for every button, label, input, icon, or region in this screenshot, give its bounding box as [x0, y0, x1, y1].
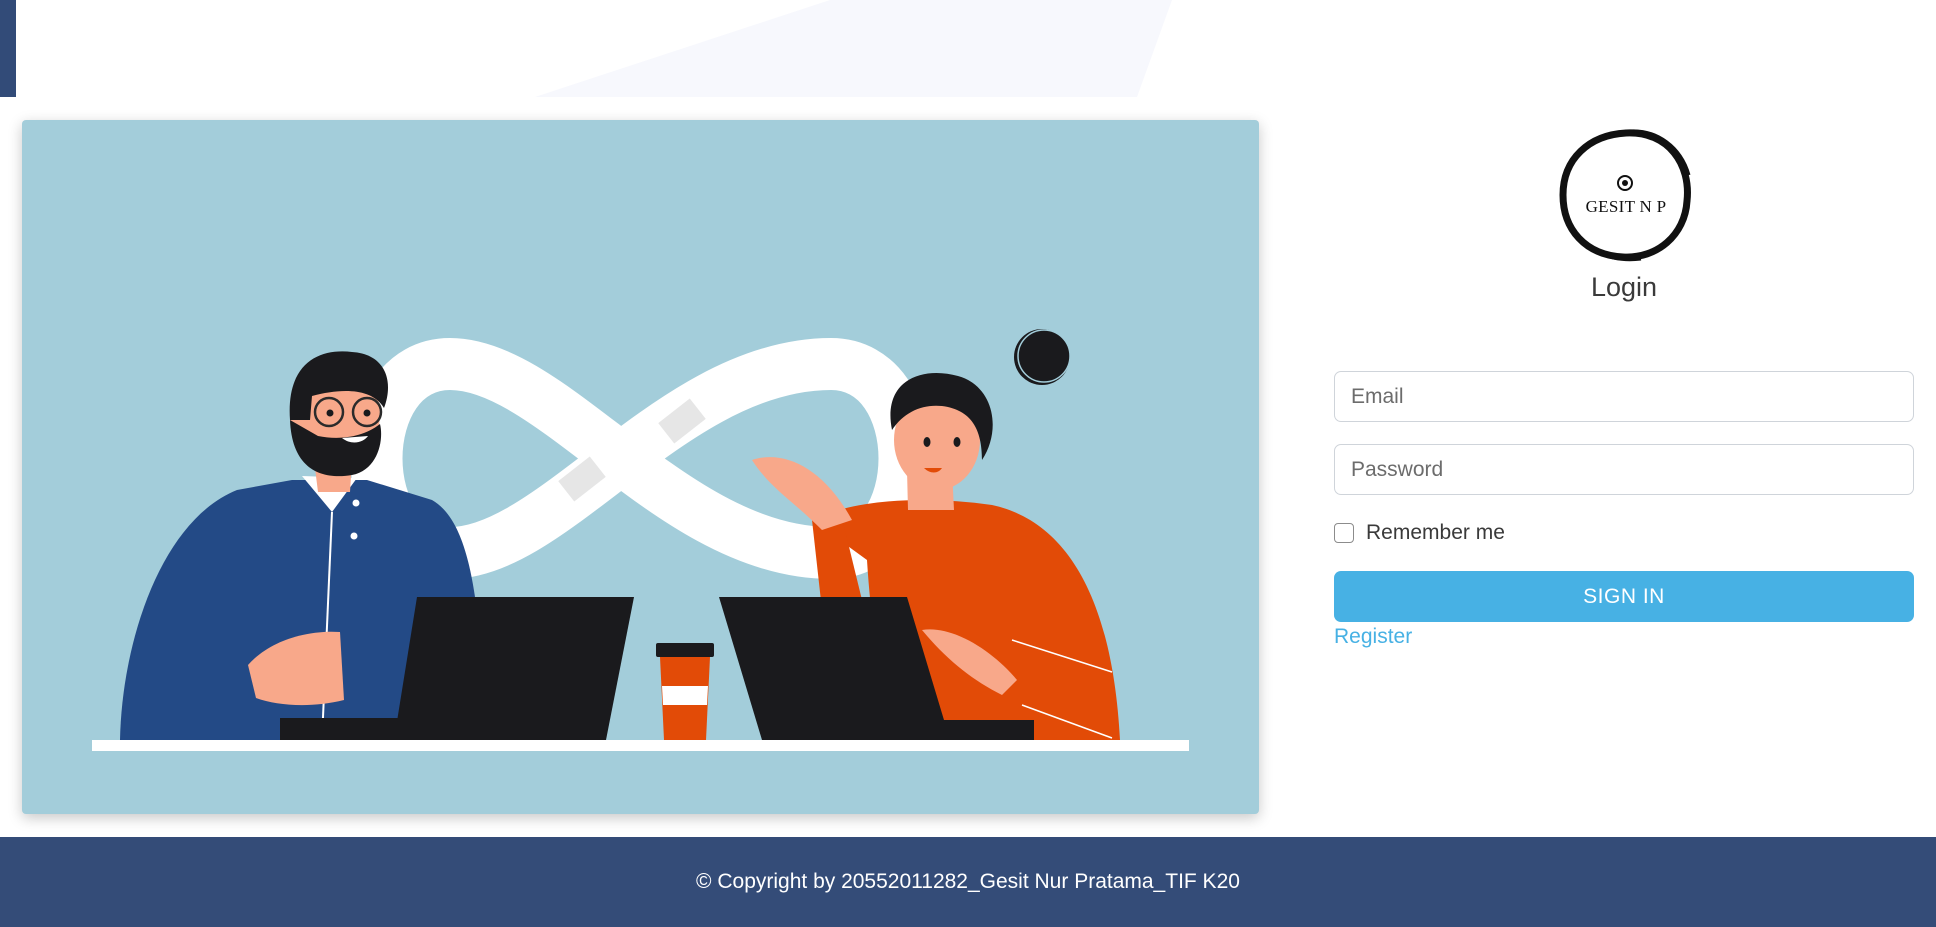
devops-illustration [92, 329, 1189, 751]
sign-in-button[interactable]: SIGN IN [1334, 571, 1914, 622]
remember-row: Remember me [1334, 519, 1505, 547]
gesit-logo: GESIT N P [1557, 125, 1695, 265]
register-link[interactable]: Register [1334, 625, 1412, 649]
password-field[interactable] [1334, 444, 1914, 495]
hero-illustration [22, 120, 1259, 814]
copyright-text: © Copyright by 20552011282_Gesit Nur Pra… [696, 870, 1240, 893]
remember-checkbox[interactable] [1334, 523, 1354, 543]
desk [92, 740, 1189, 751]
top-decoration [535, 0, 1172, 97]
ink-circle-icon [1559, 129, 1691, 262]
coffee-cup [656, 643, 714, 740]
login-page: GESIT N P Login Remember me SIGN IN Regi… [0, 0, 1936, 927]
page-title: Login [1590, 272, 1658, 302]
top-accent-bar [0, 0, 16, 97]
login-panel: GESIT N P Login Remember me SIGN IN Regi… [1334, 120, 1914, 680]
footer: © Copyright by 20552011282_Gesit Nur Pra… [0, 837, 1936, 927]
remember-label[interactable]: Remember me [1366, 521, 1505, 545]
logo-text: GESIT N P [1585, 197, 1667, 216]
email-field[interactable] [1334, 371, 1914, 422]
top-banner [0, 0, 1936, 97]
